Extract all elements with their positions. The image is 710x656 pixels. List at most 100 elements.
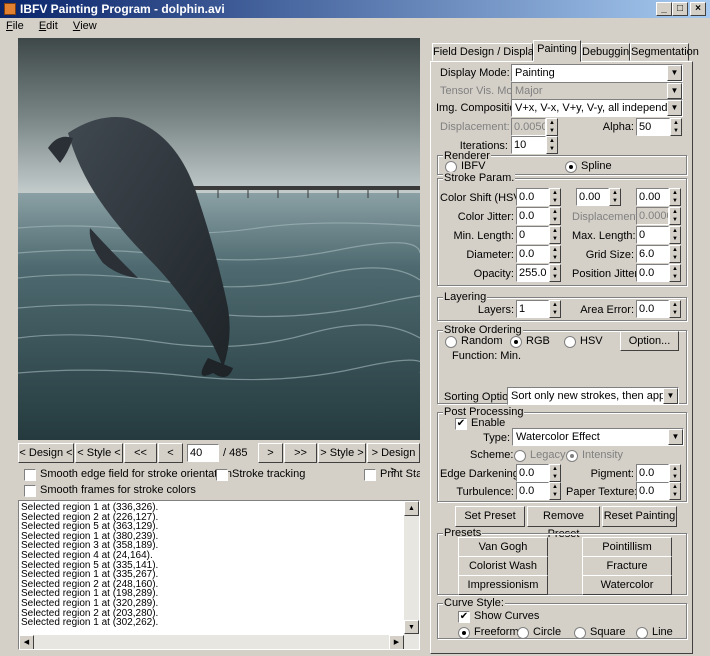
post-type-select[interactable]: Watercolor Effect ▼: [512, 428, 684, 446]
min-length-spinner[interactable]: ▲ ▼: [549, 226, 561, 244]
frame-number-input[interactable]: 40: [187, 444, 219, 462]
preset-pointillism-button[interactable]: Pointillism: [582, 537, 672, 557]
curve-square-radio[interactable]: [574, 627, 586, 639]
displacement-spinner[interactable]: ▲ ▼: [546, 118, 558, 136]
prev-style-button[interactable]: < Style <: [75, 443, 123, 463]
scheme-legacy-radio[interactable]: [514, 450, 526, 462]
log-horizontal-scrollbar[interactable]: ◀ ▶: [19, 635, 419, 649]
log-output[interactable]: Selected region 1 at (336,326). Selected …: [18, 500, 420, 650]
color-shift-v-input[interactable]: 0.00: [636, 188, 669, 206]
enable-post-checkbox[interactable]: ✔: [455, 418, 467, 430]
opacity-input[interactable]: 255.0: [516, 264, 549, 282]
scheme-label: Scheme:: [470, 449, 514, 461]
paper-texture-spinner[interactable]: ▲ ▼: [669, 482, 681, 500]
stroke-displacement-spinner[interactable]: ▲ ▼: [669, 207, 681, 225]
smooth-edge-checkbox[interactable]: [24, 469, 36, 481]
tab-debugging[interactable]: Debugging: [581, 43, 635, 61]
log-vertical-scrollbar[interactable]: ▲ ▼: [404, 501, 419, 635]
close-button[interactable]: ×: [690, 2, 706, 16]
menu-file[interactable]: File: [0, 18, 30, 32]
max-length-input[interactable]: 0: [636, 226, 669, 244]
next-frame-button[interactable]: >: [258, 443, 283, 463]
position-jitter-spinner[interactable]: ▲ ▼: [669, 264, 681, 282]
diameter-input[interactable]: 0.0: [516, 245, 549, 263]
preset-colorist-wash-button[interactable]: Colorist Wash: [458, 556, 548, 576]
pigment-spinner[interactable]: ▲ ▼: [669, 464, 681, 482]
print-stat-checkbox[interactable]: [364, 469, 376, 481]
color-jitter-spinner[interactable]: ▲ ▼: [549, 207, 561, 225]
curve-circle-radio[interactable]: [517, 627, 529, 639]
curve-line-radio[interactable]: [636, 627, 648, 639]
img-composition-select[interactable]: V+x, V-x, V+y, V-y, all independent ▼: [511, 99, 683, 117]
grid-size-input[interactable]: 6.0: [636, 245, 669, 263]
layers-input[interactable]: 1: [516, 300, 549, 318]
iterations-input[interactable]: 10: [511, 136, 546, 154]
ordering-rgb-radio[interactable]: [510, 336, 522, 348]
reset-painting-button[interactable]: Reset Painting: [602, 506, 677, 527]
smooth-frames-checkbox[interactable]: [24, 485, 36, 497]
alpha-spinner[interactable]: ▲ ▼: [670, 118, 682, 136]
color-shift-s-spinner[interactable]: ▲ ▼: [609, 188, 621, 206]
ordering-hsv-radio[interactable]: [564, 336, 576, 348]
stroke-tracking-checkbox[interactable]: [216, 469, 228, 481]
tab-segmentation[interactable]: Segmentation: [630, 43, 699, 61]
min-length-input[interactable]: 0: [516, 226, 549, 244]
color-shift-h-spinner[interactable]: ▲ ▼: [549, 188, 561, 206]
diameter-spinner[interactable]: ▲ ▼: [549, 245, 561, 263]
tab-field-design[interactable]: Field Design / Display: [432, 43, 539, 61]
displacement-input[interactable]: 0.0050: [511, 118, 546, 136]
display-mode-select[interactable]: Painting ▼: [511, 64, 683, 82]
menu-view[interactable]: View: [67, 18, 103, 32]
color-shift-v-spinner[interactable]: ▲ ▼: [669, 188, 681, 206]
scheme-intensity-radio[interactable]: [566, 450, 578, 462]
turbulence-input[interactable]: 0.0: [516, 482, 549, 500]
opacity-spinner[interactable]: ▲ ▼: [549, 264, 561, 282]
tensor-vis-select[interactable]: Major ▼: [511, 82, 683, 100]
iterations-spinner[interactable]: ▲ ▼: [546, 136, 558, 154]
edge-darkening-input[interactable]: 0.0: [516, 464, 549, 482]
prev-frame-button[interactable]: <: [158, 443, 183, 463]
preset-fracture-button[interactable]: Fracture: [582, 556, 672, 576]
preset-van-gogh-button[interactable]: Van Gogh: [458, 537, 548, 557]
maximize-button[interactable]: □: [672, 2, 688, 16]
edge-darkening-spinner[interactable]: ▲ ▼: [549, 464, 561, 482]
ordering-option-button[interactable]: Option...: [620, 331, 679, 351]
paper-texture-input[interactable]: 0.0: [636, 482, 669, 500]
alpha-input[interactable]: 50: [636, 118, 670, 136]
video-canvas[interactable]: [18, 38, 420, 440]
scroll-left-icon[interactable]: ◀: [19, 635, 34, 649]
prev-design-button[interactable]: < Design <: [18, 443, 74, 463]
rewind-button[interactable]: <<: [124, 443, 157, 463]
stroke-displacement-input[interactable]: 0.0000: [636, 207, 669, 225]
smooth-frames-label: Smooth frames for stroke colors: [40, 484, 196, 496]
pigment-input[interactable]: 0.0: [636, 464, 669, 482]
position-jitter-input[interactable]: 0.0: [636, 264, 669, 282]
set-preset-button[interactable]: Set Preset: [455, 506, 525, 527]
remove-preset-button[interactable]: Remove Preset: [527, 506, 600, 540]
color-shift-h-input[interactable]: 0.0: [516, 188, 549, 206]
max-length-spinner[interactable]: ▲ ▼: [669, 226, 681, 244]
fast-forward-button[interactable]: >>: [284, 443, 317, 463]
preset-impressionism-button[interactable]: Impressionism: [458, 575, 548, 595]
show-curves-checkbox[interactable]: ✔: [458, 611, 470, 623]
menu-edit[interactable]: Edit: [33, 18, 64, 32]
next-design-button[interactable]: > Design >: [367, 443, 420, 477]
sorting-option-select[interactable]: Sort only new strokes, then append ▼: [507, 387, 679, 405]
scroll-up-icon[interactable]: ▲: [404, 501, 419, 516]
tab-painting[interactable]: Painting: [533, 40, 581, 62]
color-shift-s-input[interactable]: 0.00: [576, 188, 609, 206]
area-error-spinner[interactable]: ▲ ▼: [669, 300, 681, 318]
grid-size-spinner[interactable]: ▲ ▼: [669, 245, 681, 263]
area-error-input[interactable]: 0.0: [636, 300, 669, 318]
curve-freeform-radio[interactable]: [458, 627, 470, 639]
scroll-right-icon[interactable]: ▶: [389, 635, 404, 649]
ordering-random-radio[interactable]: [445, 336, 457, 348]
color-jitter-input[interactable]: 0.0: [516, 207, 549, 225]
minimize-button[interactable]: _: [656, 2, 672, 16]
scroll-down-icon[interactable]: ▼: [404, 620, 419, 634]
turbulence-spinner[interactable]: ▲ ▼: [549, 482, 561, 500]
preset-watercolor-button[interactable]: Watercolor: [582, 575, 672, 595]
layers-spinner[interactable]: ▲ ▼: [549, 300, 561, 318]
next-style-button[interactable]: > Style >: [318, 443, 366, 463]
renderer-spline-radio[interactable]: [565, 161, 577, 173]
